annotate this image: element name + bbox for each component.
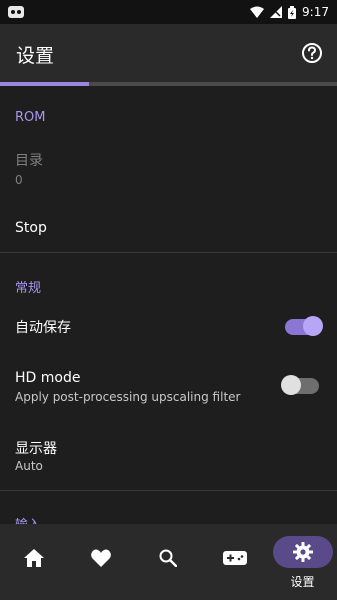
directory-value: 0 xyxy=(15,173,23,187)
status-bar: 9:17 xyxy=(0,0,337,24)
battery-charging-icon xyxy=(288,5,297,19)
hd-mode-label: HD mode xyxy=(15,370,81,386)
nav-item-settings[interactable]: 设置 xyxy=(268,524,337,600)
hd-mode-description: Apply post-processing upscaling filter xyxy=(15,390,241,404)
bottom-navigation: 设置 xyxy=(0,524,337,600)
section-header-input: 输入 xyxy=(15,514,41,524)
display-label: 显示器 xyxy=(15,441,57,457)
app-notification-icon xyxy=(8,6,24,18)
nav-item-home[interactable] xyxy=(0,524,67,600)
nav-item-search[interactable] xyxy=(134,524,201,600)
display-value: Auto xyxy=(15,459,43,473)
nav-label-settings: 设置 xyxy=(290,575,315,589)
signal-blocked-icon xyxy=(270,6,283,18)
page-title: 设置 xyxy=(16,45,55,67)
autosave-label: 自动保存 xyxy=(15,320,71,336)
section-header-rom: ROM xyxy=(15,110,46,125)
stop-label: Stop xyxy=(15,220,47,236)
help-icon xyxy=(302,43,322,63)
toggle-knob xyxy=(303,316,323,336)
heart-icon xyxy=(90,549,111,567)
section-divider xyxy=(0,490,337,491)
settings-list[interactable]: ROM 目录 0 Stop 常规 自动保存 HD mode Apply post… xyxy=(0,86,337,524)
status-time: 9:17 xyxy=(302,5,329,19)
help-button[interactable] xyxy=(299,40,325,66)
gear-icon xyxy=(292,542,313,562)
nav-item-games[interactable] xyxy=(201,524,268,600)
section-header-general: 常规 xyxy=(15,281,42,296)
toggle-knob xyxy=(281,375,301,395)
search-icon xyxy=(159,549,177,567)
autosave-toggle[interactable] xyxy=(285,316,323,336)
nav-item-favorites[interactable] xyxy=(67,524,134,600)
gamepad-icon xyxy=(222,551,247,565)
wifi-icon xyxy=(250,6,265,18)
home-icon xyxy=(23,549,44,567)
active-indicator xyxy=(272,536,333,568)
hd-mode-toggle[interactable] xyxy=(281,375,319,395)
directory-label: 目录 xyxy=(15,153,43,169)
section-divider xyxy=(0,252,337,253)
top-app-bar: 设置 xyxy=(0,24,337,84)
